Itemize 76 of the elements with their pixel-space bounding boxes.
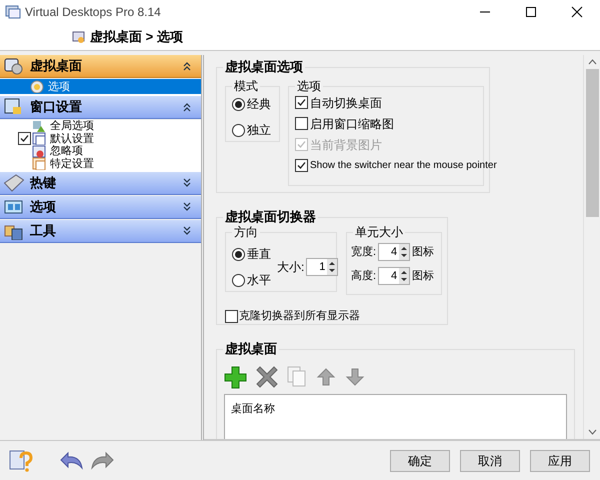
radio-button[interactable] [232,124,245,136]
radio-label: 水平 [247,272,271,289]
size-label: 大小: [277,259,304,276]
radio-button[interactable] [232,248,245,260]
expand-icon[interactable] [183,202,191,212]
desktop-icon [72,30,86,44]
breadcrumb: 虚拟桌面 > 选项 [90,28,183,46]
group-title: 虚拟桌面选项 [223,59,305,75]
tree-item[interactable]: 特定设置 [0,158,201,170]
expand-icon[interactable] [183,226,191,236]
up-arrow-icon[interactable] [316,367,336,387]
section-header[interactable]: 选项 [0,196,201,219]
section-icon [4,57,24,75]
window-title: Virtual Desktops Pro 8.14 [25,4,161,21]
checkbox[interactable] [225,310,238,323]
undo-icon[interactable] [58,450,84,472]
group-title: 模式 [232,78,260,94]
section-icon [4,198,24,216]
group-title: 单元大小 [353,224,405,240]
spin-box[interactable]: 1 [306,258,338,276]
desktop-list[interactable]: 桌面名称 [224,394,567,439]
spin-box[interactable]: 4 [378,243,410,261]
section-header[interactable]: 虚拟桌面 [0,55,201,78]
dialog-button[interactable]: 确定 [390,450,450,472]
spin-value: 4 [390,244,398,260]
spin-value: 4 [390,268,398,284]
field-label: 高度: [351,268,376,284]
tree-item[interactable]: 全局选项 [0,120,201,132]
tree-item[interactable]: 忽略项 [0,145,201,158]
collapse-icon[interactable] [183,102,191,112]
dialog-button[interactable]: 应用 [530,450,590,472]
section-icon [4,174,24,192]
checkbox[interactable] [295,159,308,172]
spin-arrows-icon[interactable] [399,244,410,260]
checkbox-label: Show the switcher near the mouse pointer [310,159,497,173]
section-header[interactable]: 热键 [0,172,201,195]
help-icon[interactable] [8,448,34,472]
spin-box[interactable]: 4 [378,267,410,285]
checkbox-label: 克隆切换器到所有显示器 [239,309,360,324]
radio-button[interactable] [232,98,245,110]
add-icon[interactable] [224,366,247,388]
checkbox-label: 当前背景图片 [310,136,382,154]
unit-label: 图标 [412,244,434,260]
scroll-thumb[interactable] [586,69,598,217]
spin-arrows-icon[interactable] [399,268,410,284]
unit-label: 图标 [412,268,434,284]
scrollbar[interactable] [583,55,600,439]
checkbox[interactable] [18,132,31,146]
group-title: 虚拟桌面切换器 [223,209,318,225]
radio-label: 垂直 [247,246,271,263]
column-header: 桌面名称 [231,403,275,415]
dialog-button[interactable]: 取消 [460,450,520,472]
delete-icon[interactable] [256,366,278,388]
tree-item[interactable]: 选项 [0,79,201,94]
checkbox[interactable] [295,117,308,130]
app-icon [5,4,21,20]
redo-icon[interactable] [90,450,116,472]
section-header[interactable]: 工具 [0,220,201,243]
tree-item[interactable]: 默认设置 [32,132,94,145]
section-icon [4,98,24,116]
field-label: 宽度: [351,244,376,260]
group-title: 选项 [295,78,323,94]
radio-button[interactable] [232,274,245,286]
checkbox-label: 启用窗口缩略图 [310,116,394,132]
down-arrow-icon[interactable] [345,367,365,387]
group-title: 虚拟桌面 [223,341,279,357]
checkbox-label: 自动切换桌面 [310,94,382,112]
spin-value: 1 [318,260,326,275]
radio-label: 经典 [247,96,271,113]
radio-label: 独立 [247,122,271,139]
section-header[interactable]: 窗口设置 [0,96,201,119]
group-title: 方向 [232,224,260,240]
spin-arrows-icon[interactable] [327,259,338,275]
expand-icon[interactable] [183,178,191,188]
collapse-icon[interactable] [183,61,191,71]
checkbox[interactable] [295,96,308,109]
